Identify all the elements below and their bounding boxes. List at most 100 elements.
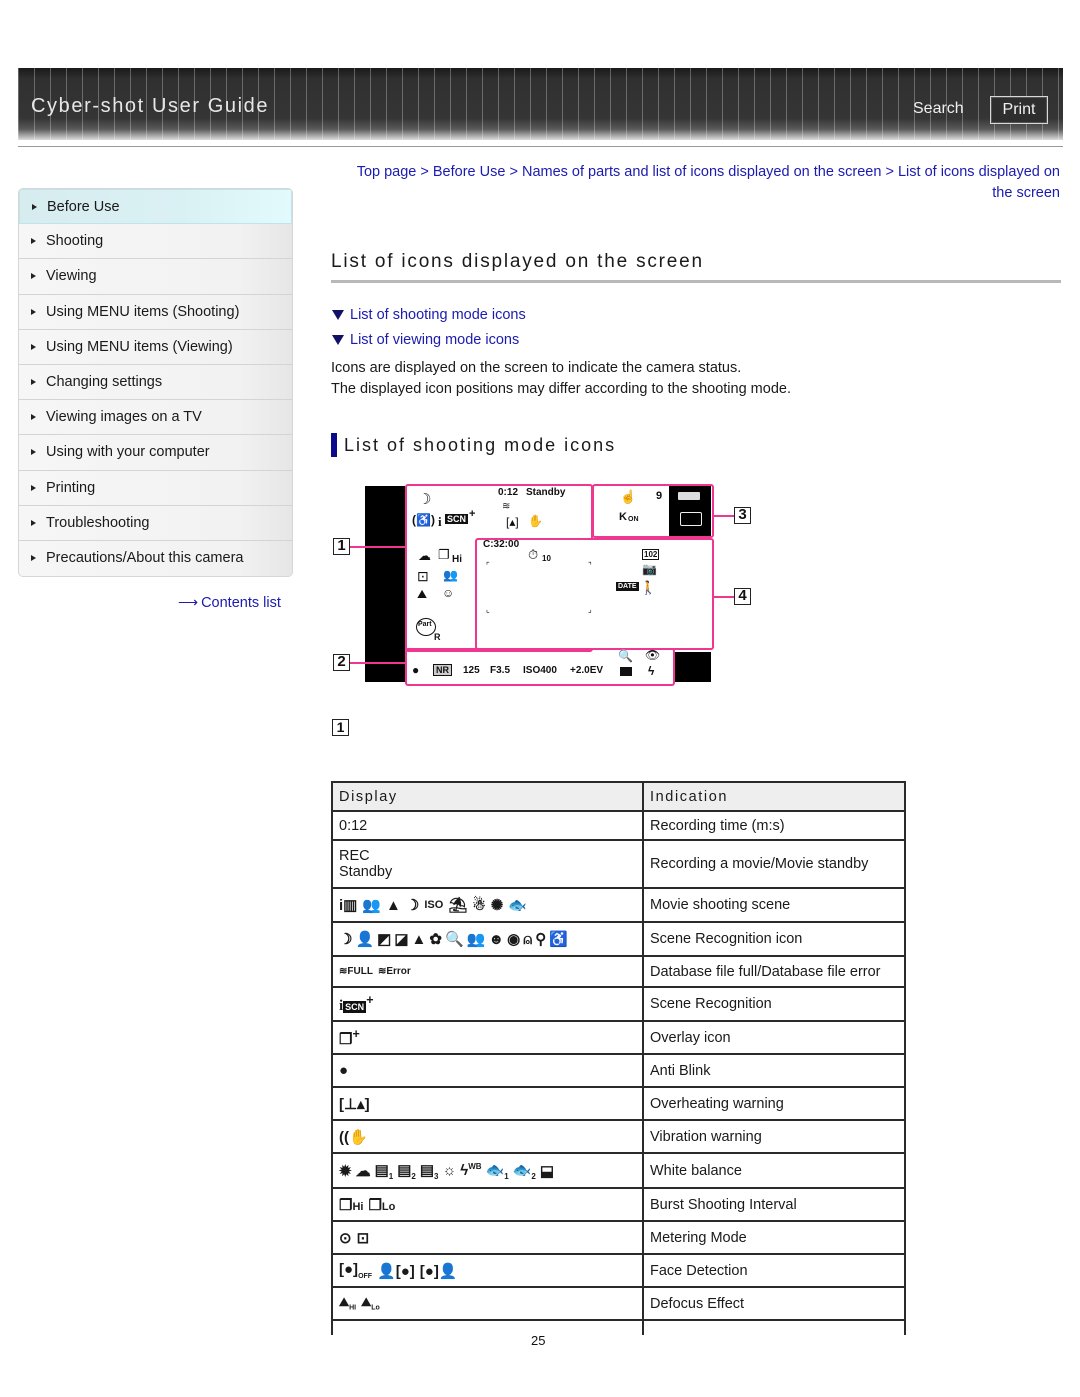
moon-icon: ☽	[418, 491, 432, 508]
indication-cell: Defocus Effect	[642, 1286, 906, 1321]
indication-cell: Face Detection	[642, 1253, 906, 1288]
red-eye-icon: 👁	[645, 648, 661, 662]
face-detection-off-icon: [●]OFF	[339, 1261, 373, 1280]
landscape-icon: ▲	[386, 896, 401, 914]
flash-wb-icon: ϟWB	[460, 1162, 482, 1179]
triangle-down-icon	[332, 335, 344, 345]
sidebar-item-viewing[interactable]: Viewing	[19, 259, 292, 295]
iso-value: ISO400	[523, 665, 557, 676]
vibration-icon: ((✋	[339, 1128, 368, 1146]
table-row	[331, 1319, 906, 1335]
indication-cell: Overlay icon	[642, 1020, 906, 1055]
rec-time: 0:12	[498, 487, 519, 498]
infant-icon: ☻	[488, 930, 505, 948]
sidebar-item-troubleshooting[interactable]: Troubleshooting	[19, 505, 292, 541]
breadcrumb-names-of-parts[interactable]: Names of parts and list of icons display…	[522, 164, 881, 180]
spot-metering-icon: ⊡	[356, 1229, 370, 1247]
backlight-icon: ◩	[377, 931, 392, 948]
indication-cell: Burst Shooting Interval	[642, 1187, 906, 1222]
high-sensitivity-icon: ISO	[424, 899, 444, 911]
breadcrumb-before-use[interactable]: Before Use	[433, 164, 506, 180]
triangle-right-icon	[31, 414, 36, 421]
underwater-wb-2-icon: 🐟2	[512, 1161, 536, 1181]
sidebar-item-menu-shooting[interactable]: Using MENU items (Shooting)	[19, 294, 292, 330]
triangle-right-icon	[31, 379, 36, 386]
sidebar-item-label: Shooting	[46, 233, 104, 250]
fireworks-icon: ✺	[490, 897, 504, 914]
battery-icon	[678, 492, 700, 500]
icons-table: Display Indication 0:12 Recording time (…	[331, 781, 906, 1335]
section-title-text: List of shooting mode icons	[344, 434, 617, 455]
display-cell: [⊥▴]	[331, 1086, 644, 1121]
triangle-right-icon	[31, 238, 36, 245]
triangle-right-icon	[31, 519, 36, 526]
date-badge: DATE	[616, 582, 639, 591]
intro-text: Icons are displayed on the screen to ind…	[331, 358, 791, 400]
sidebar-item-label: Using MENU items (Shooting)	[46, 303, 240, 320]
on-label: ON	[628, 516, 639, 523]
sidebar-item-precautions[interactable]: Precautions/About this camera	[19, 540, 292, 577]
smile-count: 9	[656, 490, 663, 502]
display-cell: ≋FULL ≋Error	[331, 955, 644, 988]
table-row: ☽ 👤 ◩ ◪ ▲ ✿ 🔍 👥 ☻ ◉ ⍝ ⚲ ♿ Scene Recognit…	[331, 921, 906, 957]
sidebar-nav: Before Use Shooting Viewing Using MENU i…	[18, 188, 293, 578]
table-row: [●]OFF 👤[●] [●]👤 Face Detection	[331, 1253, 906, 1288]
sidebar-item-printing[interactable]: Printing	[19, 470, 292, 506]
camera-screen-diagram: 1 2 3 4 ☽ 0:12 Standby ≋ (♿) i SCN + [▴]…	[330, 482, 760, 688]
motion-icon: ♿	[549, 931, 568, 948]
breadcrumb-separator: >	[416, 164, 433, 180]
aspect-ratio: 4:3	[672, 550, 687, 559]
sidebar-item-menu-viewing[interactable]: Using MENU items (Viewing)	[19, 329, 292, 365]
sidebar-item-changing-settings[interactable]: Changing settings	[19, 364, 292, 401]
close-focus-icon: 🔍	[444, 931, 464, 948]
table-row: ⊙ ⊡ Metering Mode	[331, 1220, 906, 1255]
sidebar-item-shooting[interactable]: Shooting	[19, 224, 292, 260]
scene-search-icon: 🔍	[618, 649, 633, 663]
sidebar-item-label: Troubleshooting	[46, 514, 150, 531]
breadcrumb-top-page[interactable]: Top page	[357, 164, 417, 180]
sidebar-item-viewing-tv[interactable]: Viewing images on a TV	[19, 400, 292, 436]
print-button[interactable]: Print	[990, 96, 1048, 124]
callout-1-leader	[350, 546, 406, 548]
breadcrumb-current[interactable]: List of icons displayed on the screen	[898, 164, 1060, 201]
record-dot-icon: ●	[412, 663, 420, 677]
callout-4: 4	[734, 588, 751, 605]
burst-hi: Hi	[452, 554, 462, 565]
sidebar-item-before-use[interactable]: Before Use	[19, 189, 292, 225]
sidebar-item-computer[interactable]: Using with your computer	[19, 435, 292, 471]
fluorescent-1-icon: ▤1	[374, 1161, 394, 1181]
display-line: Standby	[339, 864, 393, 880]
scn-badge: SCN	[445, 514, 469, 524]
camera-off-icon: 📷	[642, 562, 657, 576]
memory-card-icon	[680, 512, 702, 526]
tripod-icon: ⚲	[535, 931, 547, 948]
contents-list-link[interactable]: ⟶ Contents list	[178, 594, 281, 611]
sidebar-item-label: Viewing images on a TV	[46, 409, 202, 426]
screen-left-black	[365, 486, 405, 682]
breadcrumb-separator: >	[505, 164, 522, 180]
display-cell: ⊙ ⊡	[331, 1220, 644, 1255]
image-size: 16M	[688, 549, 706, 559]
multi-metering-icon: ⊙	[339, 1229, 352, 1247]
table-row: i▥ 👥 ▲ ☽ ISO ⛱ ☃ ✺ 🐟 Movie shooting scen…	[331, 887, 906, 923]
anchor-viewing-mode-icons[interactable]: List of viewing mode icons	[332, 332, 519, 348]
remaining-time: C:32:00	[483, 539, 520, 550]
anchor-shooting-mode-icons[interactable]: List of shooting mode icons	[332, 307, 526, 323]
af-frame-br-icon: ⌟	[588, 605, 592, 614]
arrow-right-icon: ⟶	[178, 594, 199, 610]
triangle-right-icon	[31, 484, 36, 491]
sidebar-item-label: Changing settings	[46, 374, 163, 391]
indication-cell: Overheating warning	[642, 1086, 906, 1121]
self-timer-value: 10	[542, 554, 551, 563]
display-cell: i▥ 👥 ▲ ☽ ISO ⛱ ☃ ✺ 🐟	[331, 887, 644, 923]
indication-cell: Vibration warning	[642, 1119, 906, 1154]
part-label: Part	[418, 621, 432, 628]
shutter-speed: 125	[463, 665, 480, 676]
portrait-icon: 👥	[466, 931, 486, 948]
adult-priority-icon: [●]👤	[419, 1262, 458, 1280]
incandescent-icon: ☼	[442, 1162, 457, 1179]
indication-cell	[642, 1319, 906, 1335]
sidebar-item-label: Precautions/About this camera	[46, 550, 244, 567]
search-link[interactable]: Search	[913, 100, 964, 118]
indication-cell: Recording time (m:s)	[642, 810, 906, 841]
